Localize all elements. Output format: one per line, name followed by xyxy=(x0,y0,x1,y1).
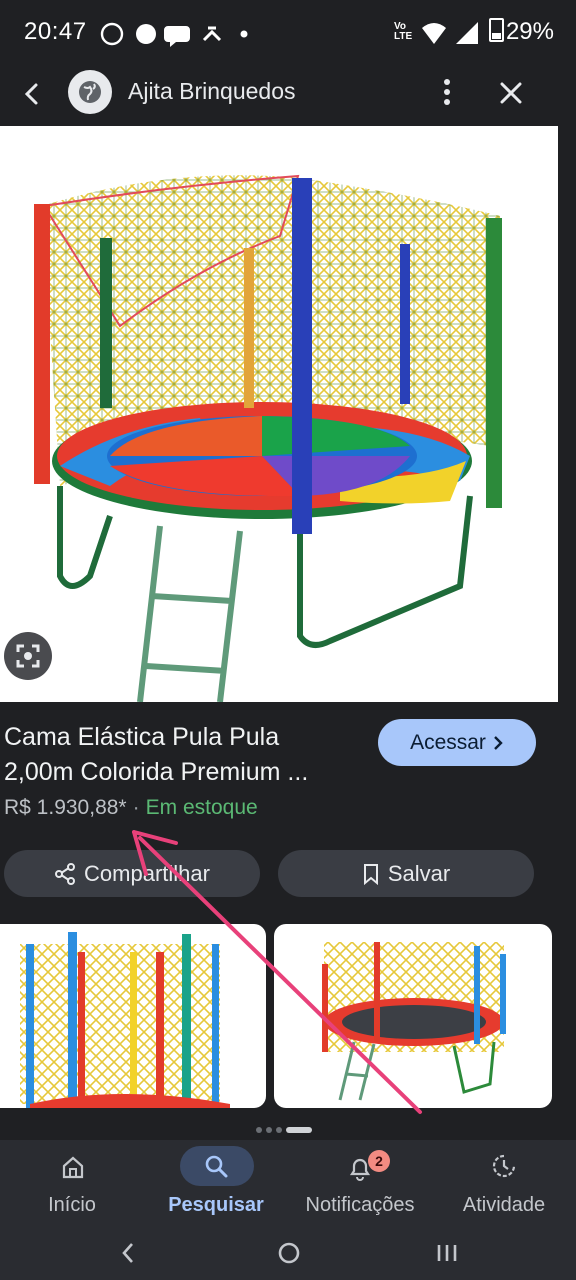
trampoline-thumbnail-2 xyxy=(322,942,506,1101)
trampoline-image xyxy=(34,174,502,702)
carousel-pager xyxy=(256,1120,316,1138)
system-home-icon[interactable] xyxy=(276,1238,302,1268)
nav-item-notifications[interactable]: 2 Notificações xyxy=(288,1140,432,1230)
chat-icon xyxy=(164,26,190,47)
missed-call-icon xyxy=(202,26,222,42)
related-image-2[interactable] xyxy=(274,924,552,1108)
nav-label-activity: Atividade xyxy=(462,1194,546,1216)
visit-button[interactable]: Acessar xyxy=(378,719,536,766)
more-notifications-icon xyxy=(240,30,248,38)
more-options-icon[interactable] xyxy=(432,76,462,108)
site-favicon xyxy=(68,70,112,114)
save-button-label: Salvar xyxy=(387,860,451,886)
cell-signal-icon xyxy=(456,22,478,44)
share-button[interactable]: Compartilhar xyxy=(4,850,260,897)
product-title-line1: Cama Elástica Pula Pula xyxy=(4,723,280,751)
status-bar: 20:47 Vo LTE 29% xyxy=(0,0,576,66)
nav-item-home[interactable]: Início xyxy=(0,1140,144,1230)
stock-status: Em estoque xyxy=(145,796,258,819)
share-button-label: Compartilhar xyxy=(84,860,210,886)
product-image[interactable] xyxy=(0,126,558,702)
nav-item-search[interactable]: Pesquisar xyxy=(144,1140,288,1230)
product-price: R$ 1.930,88* xyxy=(4,796,127,819)
wifi-icon xyxy=(422,23,446,44)
home-icon xyxy=(62,1156,84,1179)
trampoline-thumbnail-1 xyxy=(20,932,230,1108)
pager-dot-active xyxy=(286,1127,312,1133)
pager-dot xyxy=(256,1127,262,1133)
bookmark-icon xyxy=(363,863,378,885)
pager-dot xyxy=(276,1127,282,1133)
close-icon[interactable] xyxy=(494,76,528,110)
volte-indicator: Vo LTE xyxy=(394,21,413,42)
product-title[interactable]: Cama Elástica Pula Pula 2,00m Colorida P… xyxy=(4,720,374,790)
battery-percent: 29% xyxy=(505,18,554,45)
related-image-1[interactable] xyxy=(0,924,266,1108)
share-icon xyxy=(55,862,76,885)
system-recents-icon[interactable] xyxy=(434,1238,460,1268)
nav-item-activity[interactable]: Atividade xyxy=(432,1140,576,1230)
price-row: R$ 1.930,88* · Em estoque xyxy=(4,796,258,820)
separator-dot: · xyxy=(132,796,140,819)
pager-dot xyxy=(266,1127,272,1133)
save-button[interactable]: Salvar xyxy=(278,850,534,897)
activity-icon xyxy=(492,1154,516,1178)
system-back-icon[interactable] xyxy=(116,1238,140,1268)
site-name[interactable]: Ajita Brinquedos xyxy=(128,78,296,105)
battery-icon xyxy=(488,18,504,42)
search-icon xyxy=(205,1155,228,1178)
messenger-icon xyxy=(136,24,156,44)
lens-icon xyxy=(16,644,40,668)
globe-icon xyxy=(79,81,101,103)
back-arrow-icon[interactable] xyxy=(14,76,50,112)
visit-button-label: Acessar xyxy=(410,730,486,754)
whatsapp-icon xyxy=(100,22,124,46)
chevron-right-icon xyxy=(494,735,503,750)
signal-icons xyxy=(422,22,478,44)
google-lens-button[interactable] xyxy=(4,632,52,680)
notification-badge: 2 xyxy=(368,1150,390,1172)
notification-icons xyxy=(100,22,248,47)
battery-indicator: 29% xyxy=(488,18,554,46)
nav-label-home: Início xyxy=(48,1194,96,1216)
product-title-line2: 2,00m Colorida Premium ... xyxy=(4,758,309,786)
nav-label-search: Pesquisar xyxy=(168,1194,264,1216)
nav-label-notifications: Notificações xyxy=(305,1194,415,1216)
system-navigation-bar xyxy=(0,1230,576,1280)
status-time: 20:47 xyxy=(24,18,87,45)
